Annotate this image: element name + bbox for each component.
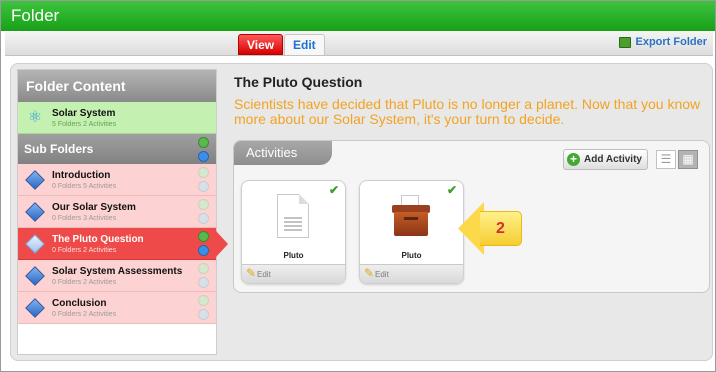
settings-icon[interactable]	[198, 213, 209, 224]
sidebar-item-subtitle: 0 Folders 3 Activities	[52, 214, 117, 222]
folder-window: Folder View Edit Export Folder Folder Co…	[0, 0, 716, 372]
subfolders-heading-label: Sub Folders	[24, 142, 94, 156]
activity-card[interactable]: ✔ Pluto ✎ Edit	[359, 180, 464, 284]
activity-card-label: Pluto	[401, 251, 422, 260]
subfolders-heading: Sub Folders	[18, 134, 216, 164]
sidebar-item-subtitle: 0 Folders 2 Activities	[52, 310, 117, 318]
settings-icon[interactable]	[198, 277, 209, 288]
ballot-box-icon	[392, 195, 432, 237]
sidebar-item-title: Introduction	[52, 169, 111, 181]
add-icon[interactable]	[198, 263, 209, 274]
export-folder-button[interactable]: Export Folder	[619, 36, 707, 48]
activities-heading: Activities	[234, 141, 332, 165]
plus-icon: +	[567, 153, 580, 166]
item-controls	[198, 231, 210, 259]
sidebar-item-subtitle: 0 Folders 2 Activities	[52, 246, 117, 254]
folder-diamond-icon	[25, 265, 45, 286]
pencil-icon: ✎	[246, 266, 257, 280]
folder-description: Scientists have decided that Pluto is no…	[234, 96, 701, 127]
folder-settings-icon[interactable]	[198, 151, 209, 162]
sidebar-item-solar-system-assessments[interactable]: Solar System Assessments 0 Folders 2 Act…	[18, 260, 216, 292]
list-view-button[interactable]: ☰	[656, 150, 676, 169]
export-folder-label: Export Folder	[635, 36, 707, 48]
window-title: Folder	[1, 1, 715, 31]
add-activity-button[interactable]: + Add Activity	[563, 149, 648, 170]
activity-edit-label: Edit	[375, 270, 389, 279]
settings-icon[interactable]	[198, 245, 209, 256]
folder-sidebar: Folder Content ⚛ Solar System 5 Folders …	[17, 69, 228, 355]
add-icon[interactable]	[198, 199, 209, 210]
sidebar-item-solar-system[interactable]: ⚛ Solar System 5 Folders 2 Activities	[18, 102, 216, 134]
add-activity-label: Add Activity	[584, 154, 642, 165]
atom-icon: ⚛	[27, 108, 43, 126]
checkmark-icon: ✔	[328, 183, 339, 197]
sidebar-item-title: Conclusion	[52, 297, 107, 309]
activity-edit-button[interactable]: ✎ Edit	[360, 264, 463, 283]
tab-edit[interactable]: Edit	[284, 34, 325, 55]
activity-card[interactable]: ✔ Pluto ✎ Edit	[241, 180, 346, 284]
folder-content-heading: Folder Content	[18, 70, 216, 102]
tab-view[interactable]: View	[238, 34, 284, 55]
item-controls	[198, 263, 210, 291]
item-controls	[198, 199, 210, 227]
add-folder-icon[interactable]	[198, 137, 209, 148]
sidebar-item-subtitle: 5 Folders 2 Activities	[52, 120, 117, 128]
item-controls	[198, 167, 210, 195]
item-controls	[198, 295, 210, 323]
activity-card-label: Pluto	[283, 251, 304, 260]
add-icon[interactable]	[198, 295, 209, 306]
page-title: The Pluto Question	[234, 74, 363, 90]
settings-icon[interactable]	[198, 309, 209, 320]
document-icon	[277, 194, 309, 238]
checkmark-icon: ✔	[446, 183, 457, 197]
sidebar-item-our-solar-system[interactable]: Our Solar System 0 Folders 3 Activities	[18, 196, 216, 228]
grid-view-button[interactable]: ▦	[678, 150, 698, 169]
sidebar-item-title: Solar System Assessments	[52, 265, 183, 277]
callout-number: 2	[480, 211, 522, 246]
sidebar-item-the-pluto-question[interactable]: The Pluto Question 0 Folders 2 Activitie…	[18, 228, 228, 260]
sidebar-item-subtitle: 0 Folders 5 Activities	[52, 182, 117, 190]
pencil-icon: ✎	[364, 266, 375, 280]
step-callout: 2	[458, 202, 522, 255]
toolbar: View Edit Export Folder	[5, 32, 713, 56]
folder-diamond-icon	[25, 233, 45, 254]
settings-icon[interactable]	[198, 181, 209, 192]
sidebar-item-title: Solar System	[52, 107, 116, 119]
add-icon[interactable]	[198, 167, 209, 178]
sidebar-item-subtitle: 0 Folders 2 Activities	[52, 278, 117, 286]
folder-diamond-icon	[25, 297, 45, 318]
folder-diamond-icon	[25, 201, 45, 222]
activity-edit-button[interactable]: ✎ Edit	[242, 264, 345, 283]
sidebar-item-conclusion[interactable]: Conclusion 0 Folders 2 Activities	[18, 292, 216, 324]
sidebar-item-introduction[interactable]: Introduction 0 Folders 5 Activities	[18, 164, 216, 196]
subfolders-controls	[198, 137, 210, 165]
sidebar-item-title: Our Solar System	[52, 201, 136, 213]
add-icon[interactable]	[198, 231, 209, 242]
export-icon	[619, 36, 632, 48]
folder-diamond-icon	[25, 169, 45, 190]
sidebar-item-title: The Pluto Question	[52, 233, 144, 245]
activity-edit-label: Edit	[257, 270, 271, 279]
